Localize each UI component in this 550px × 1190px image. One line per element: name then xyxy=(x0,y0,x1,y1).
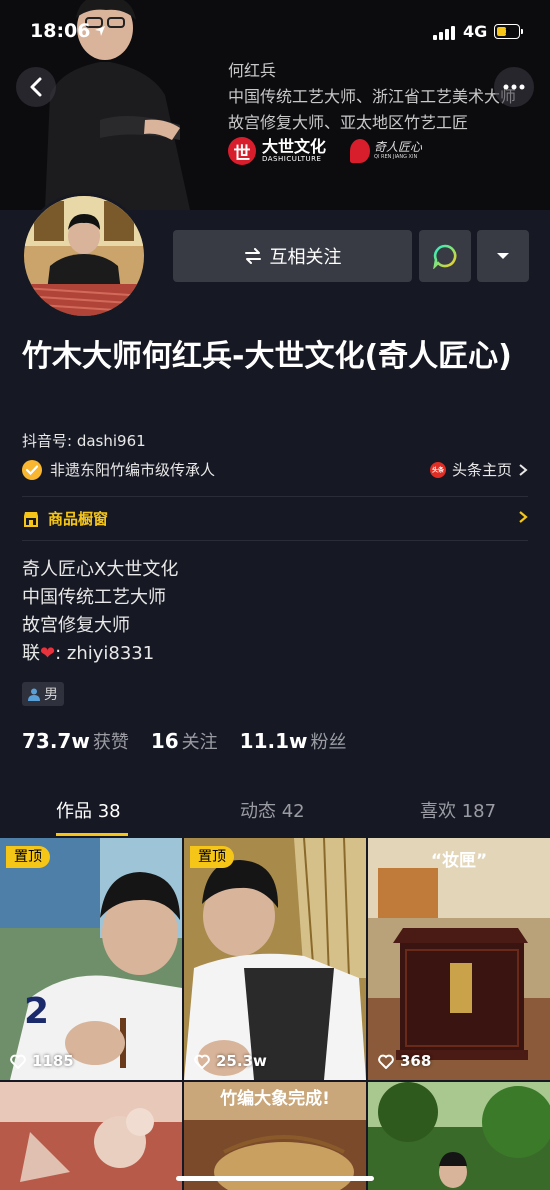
banner-caption: 何红兵 中国传统工艺大师、浙江省工艺美术大师 故宫修复大师、亚太地区竹艺工匠 xyxy=(228,58,516,136)
banner-title-2: 故宫修复大师、亚太地区竹艺工匠 xyxy=(228,113,469,132)
divider xyxy=(22,540,528,541)
caret-down-icon xyxy=(497,253,509,259)
dashi-logo-en: DASHICULTURE xyxy=(262,155,322,163)
shop-chevron-right-icon xyxy=(519,511,528,523)
gender-tag: 男 xyxy=(22,682,64,706)
banner-title-1: 中国传统工艺大师、浙江省工艺美术大师 xyxy=(228,87,517,106)
stat-label: 关注 xyxy=(181,732,218,753)
active-tab-indicator xyxy=(56,833,128,836)
chevron-right-icon xyxy=(519,463,528,476)
qiren-logo: 奇人匠心 QI REN JIANG XIN xyxy=(350,139,422,163)
profile-name: 竹木大师何红兵-大世文化(奇人匠心) xyxy=(22,339,512,374)
video-like-count: 368 xyxy=(400,1052,432,1070)
bio-line: 故宫修复大师 xyxy=(22,615,130,636)
stats-row: 73.7w 获赞 16 关注 11.1w 粉丝 xyxy=(22,728,347,754)
video-thumbnail[interactable]: “妆匣” 368 xyxy=(368,838,550,1080)
bio: 奇人匠心X大世文化 中国传统工艺大师 故宫修复大师 联❤: zhiyi8331 xyxy=(22,556,178,668)
douyin-id[interactable]: 抖音号: dashi961 xyxy=(22,430,146,451)
bio-line: 奇人匠心X大世文化 xyxy=(22,559,179,580)
tab-bar: 作品 38 动态 42 喜欢 187 xyxy=(0,797,550,833)
swap-arrows-icon xyxy=(244,248,261,264)
video-cover-image xyxy=(368,838,550,1080)
heart-outline-icon xyxy=(10,1054,26,1069)
stat-number: 16 xyxy=(150,729,179,753)
stat-likes[interactable]: 73.7w 获赞 xyxy=(22,728,129,754)
status-bar: 18:06 4G ⚡ xyxy=(0,0,550,64)
video-title: 竹编大象完成! xyxy=(220,1089,330,1109)
stat-following[interactable]: 16 关注 xyxy=(151,728,218,754)
chat-bubble-icon xyxy=(433,244,457,269)
status-time: 18:06 xyxy=(30,20,91,42)
location-arrow-icon xyxy=(95,26,105,36)
bio-line: 中国传统工艺大师 xyxy=(22,587,166,608)
message-button[interactable] xyxy=(419,230,471,282)
video-thumbnail[interactable]: 2 置顶 1185 xyxy=(0,838,182,1080)
bio-contact: 联❤: zhiyi8331 xyxy=(22,640,178,668)
video-cover-image xyxy=(0,1082,182,1190)
tab-works[interactable]: 作品 38 xyxy=(56,797,121,823)
shop-window-link[interactable]: 商品橱窗 xyxy=(22,508,108,529)
shop-icon xyxy=(24,511,38,527)
svg-text:2: 2 xyxy=(24,991,49,1032)
bio-contact-prefix: 联 xyxy=(22,643,40,664)
stat-followers[interactable]: 11.1w 粉丝 xyxy=(240,728,347,754)
battery-tip xyxy=(521,29,523,34)
gender-label: 男 xyxy=(44,687,58,703)
stat-label: 粉丝 xyxy=(310,732,347,753)
divider xyxy=(22,496,528,497)
video-likes: 25.3w xyxy=(194,1052,267,1070)
heart-outline-icon xyxy=(194,1054,210,1069)
heart-outline-icon xyxy=(378,1054,394,1069)
qiren-logo-mark xyxy=(350,139,371,163)
home-indicator xyxy=(176,1176,374,1181)
video-cover-image xyxy=(184,838,366,1080)
avatar[interactable] xyxy=(21,193,147,319)
video-thumbnail[interactable]: 置顶 25.3w xyxy=(184,838,366,1080)
video-cover-image: 2 xyxy=(0,838,182,1080)
video-like-count: 25.3w xyxy=(216,1052,267,1070)
toutiao-icon: 头条 xyxy=(429,461,446,478)
more-dots-icon xyxy=(503,84,525,90)
dashi-logo-mark: 世 xyxy=(228,137,256,165)
video-cover-image xyxy=(368,1082,550,1190)
stat-label: 获赞 xyxy=(92,732,129,753)
mutual-follow-label: 互相关注 xyxy=(269,247,342,268)
avatar-image xyxy=(24,196,144,316)
video-like-count: 1185 xyxy=(32,1052,74,1070)
tab-activity[interactable]: 动态 42 xyxy=(240,797,305,823)
verified-check-icon xyxy=(22,459,42,480)
network-type: 4G xyxy=(463,22,488,41)
heart-icon: ❤ xyxy=(40,643,56,664)
dashi-logo-cn: 大世文化 xyxy=(262,137,327,156)
pinned-badge: 置顶 xyxy=(6,846,50,868)
stat-number: 73.7w xyxy=(22,729,90,753)
tab-likes[interactable]: 喜欢 187 xyxy=(420,797,496,823)
person-icon xyxy=(28,688,40,701)
video-likes: 1185 xyxy=(10,1052,74,1070)
video-likes: 368 xyxy=(378,1052,431,1070)
toutiao-homepage-link[interactable]: 头条 头条主页 xyxy=(429,459,528,480)
back-button[interactable] xyxy=(16,67,56,107)
video-title: “妆匣” xyxy=(430,851,488,871)
dashi-logo: 世 大世文化 DASHICULTURE xyxy=(228,137,326,165)
qiren-logo-en: QI REN JIANG XIN xyxy=(374,154,418,160)
toutiao-label: 头条主页 xyxy=(451,461,512,479)
qiren-logo-cn: 奇人匠心 xyxy=(374,140,423,154)
shop-window-label: 商品橱窗 xyxy=(48,510,109,528)
video-thumbnail[interactable] xyxy=(0,1082,182,1190)
dropdown-button[interactable] xyxy=(477,230,529,282)
banner-logos: 世 大世文化 DASHICULTURE 奇人匠心 QI REN JIANG XI… xyxy=(228,135,422,167)
more-button[interactable] xyxy=(494,67,534,107)
video-thumbnail[interactable] xyxy=(368,1082,550,1190)
verification-text: 非遗东阳竹编市级传承人 xyxy=(50,461,216,479)
signal-icon xyxy=(433,24,455,40)
stat-number: 11.1w xyxy=(239,729,308,753)
battery-icon: ⚡ xyxy=(494,24,520,39)
chevron-left-icon xyxy=(30,77,42,97)
video-thumbnail[interactable]: 竹编大象完成! xyxy=(184,1082,366,1190)
pinned-badge: 置顶 xyxy=(190,846,234,868)
mutual-follow-button[interactable]: 互相关注 xyxy=(173,230,412,282)
verification: 非遗东阳竹编市级传承人 xyxy=(22,459,215,480)
bio-contact-value: : zhiyi8331 xyxy=(55,643,155,664)
